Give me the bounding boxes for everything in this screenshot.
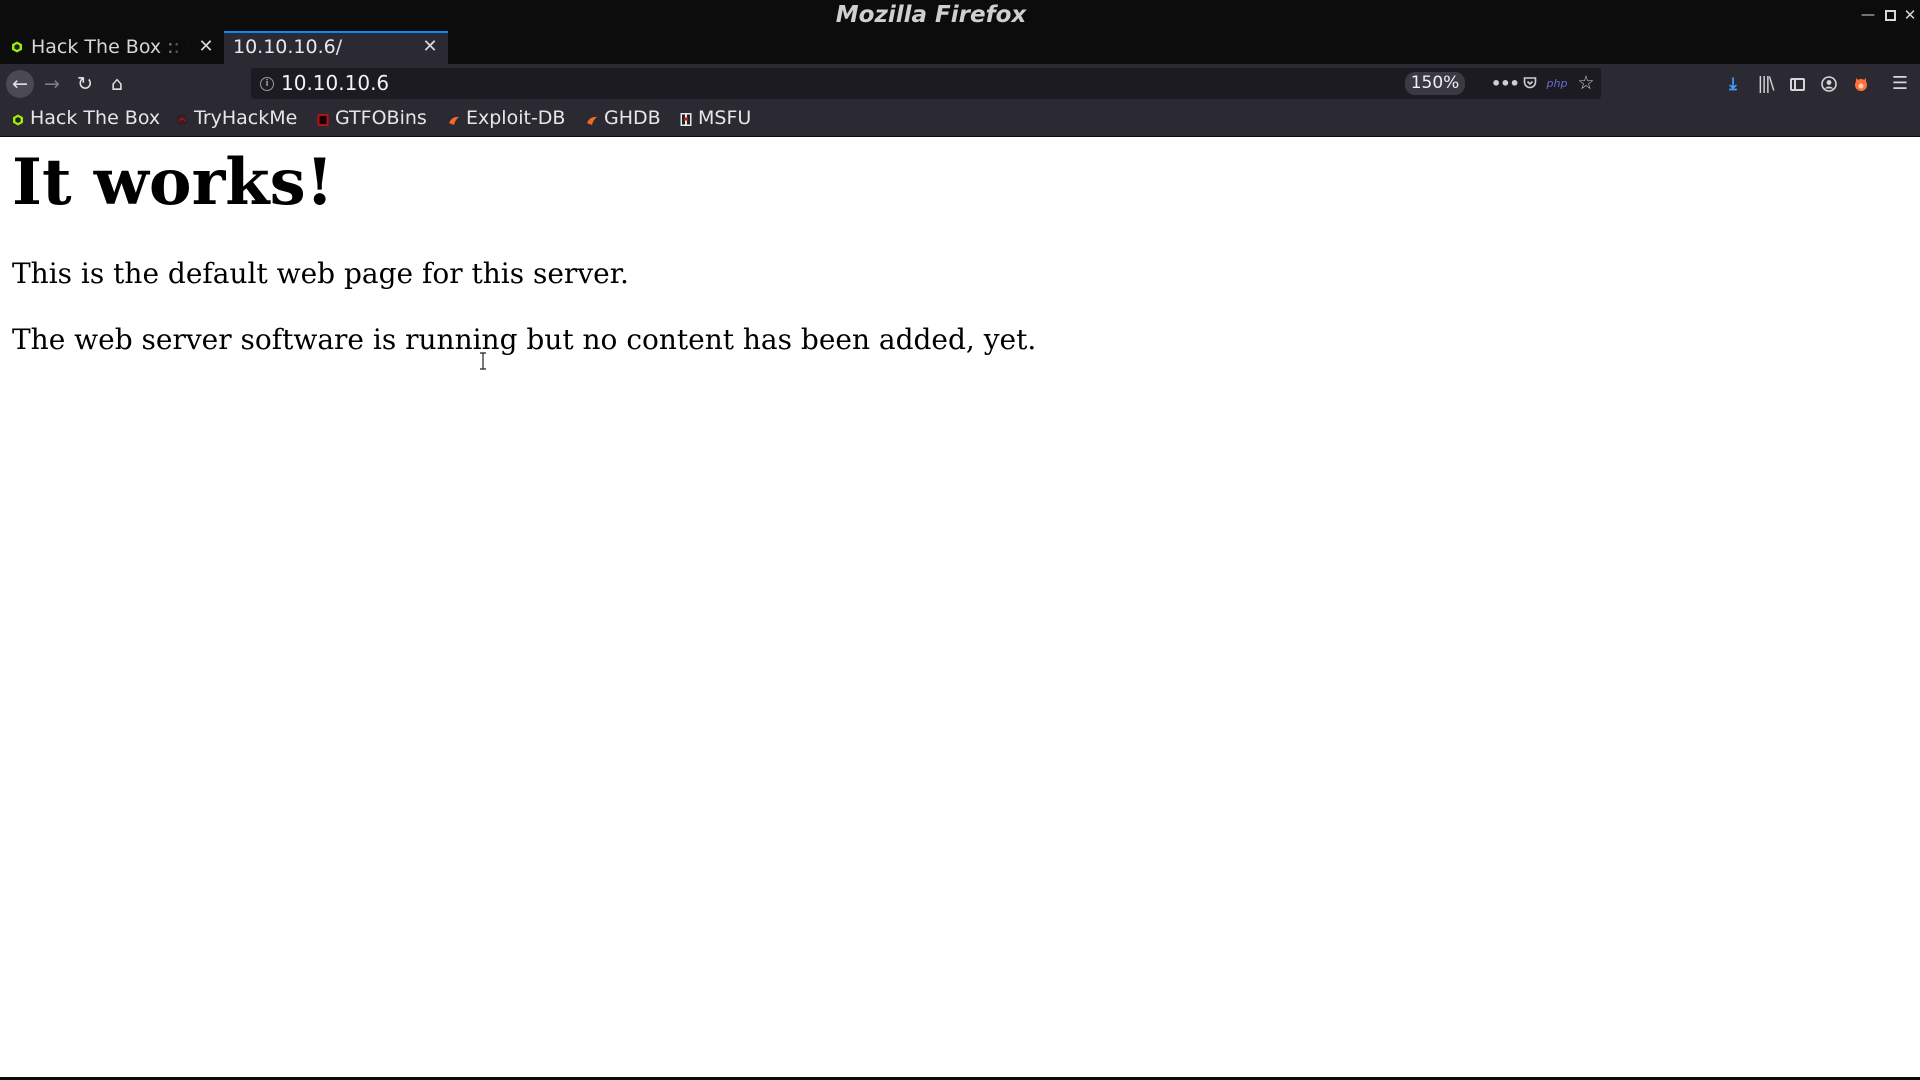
account-shape [1821,76,1837,92]
downloads-icon[interactable]: ⤓ [1720,70,1746,98]
gtfobins-icon [317,114,329,126]
account-icon[interactable] [1816,70,1842,98]
window-title: Mozilla Firefox [835,2,1027,28]
hamburger-menu-icon[interactable]: ☰ [1887,70,1913,98]
bookmark-label: Hack The Box [30,107,161,129]
page-actions-more-icon[interactable]: ••• [1491,71,1520,96]
reload-button[interactable]: ↻ [71,70,99,98]
tab-label: Hack The Box :: M [31,36,189,58]
page-paragraph: The web server software is running but n… [12,323,1037,356]
bookmark-label: TryHackMe [194,107,298,129]
maximize-button[interactable] [1880,4,1900,26]
page-content: It works! This is the default web page f… [0,137,1920,1077]
bookmark-label: GHDB [604,107,661,129]
tab-label: 10.10.10.6/ [233,36,343,58]
tryhackme-icon [176,114,188,126]
pocket-shape [1523,77,1537,89]
zoom-level-button[interactable]: 150% [1405,72,1465,95]
exploitdb-icon [449,116,459,125]
forward-button[interactable]: → [38,70,66,98]
close-window-button[interactable]: ✕ [1900,4,1920,26]
extension-fox-icon[interactable] [1848,70,1874,98]
text-cursor-icon [480,352,486,370]
title-bar: Mozilla Firefox — ✕ [0,0,1920,31]
url-bar[interactable]: i 150% ••• php ☆ [251,68,1601,99]
tab-hackthebox[interactable]: Hack The Box :: M ✕ [0,31,222,64]
site-info-icon[interactable]: i [260,77,274,91]
back-button[interactable]: ← [6,70,34,98]
tab-active-page[interactable]: 10.10.10.6/ ✕ [224,31,448,64]
bookmark-star-icon[interactable]: ☆ [1575,71,1597,96]
php-extension-icon[interactable]: php [1546,71,1568,96]
tab-strip: Hack The Box :: M ✕ 10.10.10.6/ ✕ + [0,31,1920,92]
page-heading: It works! [12,145,334,220]
firefox-window: Mozilla Firefox — ✕ Hack The Box :: M ✕ … [0,0,1920,1080]
bookmarks-toolbar: Hack The Box TryHackMe GTFOBins Exploit-… [0,104,1920,137]
navigation-toolbar: ← → ↻ ⌂ i 150% ••• php ☆ ⤓ |||\ [0,64,1920,104]
close-tab-icon[interactable]: ✕ [196,36,216,58]
ghdb-icon [587,116,597,125]
page-paragraph: This is the default web page for this se… [12,257,629,290]
url-input[interactable] [281,70,1331,96]
maximize-icon [1884,10,1896,21]
home-button[interactable]: ⌂ [103,70,131,98]
bookmark-label: Exploit-DB [466,107,566,129]
hackthebox-icon [12,41,22,53]
hackthebox-icon [13,114,23,126]
pocket-icon[interactable] [1519,71,1541,96]
sidebar-icon[interactable] [1784,70,1810,98]
msfu-icon [680,113,692,126]
minimize-button[interactable]: — [1858,4,1878,26]
bookmark-label: MSFU [698,107,752,129]
close-tab-icon[interactable]: ✕ [420,36,440,58]
fox-shape [1855,78,1867,91]
bookmark-label: GTFOBins [335,107,427,129]
sidebar-shape [1789,78,1805,91]
library-icon[interactable]: |||\ [1752,70,1778,98]
